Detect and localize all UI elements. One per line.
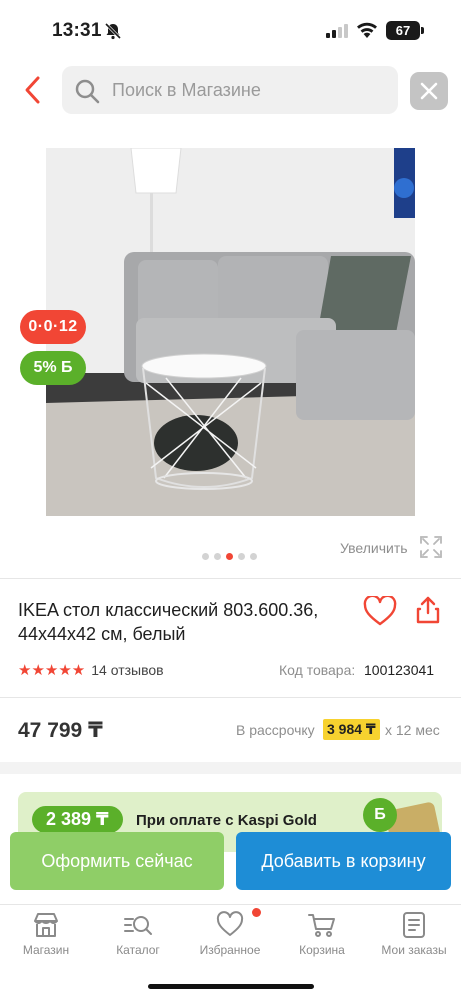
rating-stars: ★★★★★ (18, 662, 86, 679)
wifi-icon (356, 22, 378, 44)
bonus-coin-icon: Б (363, 798, 397, 832)
close-icon (420, 82, 438, 100)
gallery-pagination (202, 553, 257, 561)
bonus-badge: 5% Б (20, 351, 86, 385)
tab-favorites[interactable]: Избранное (184, 911, 276, 957)
gallery-dot-active[interactable] (226, 553, 233, 560)
divider (0, 578, 461, 579)
rating-row[interactable]: ★★★★★ 14 отзывов (18, 661, 164, 679)
back-button[interactable] (20, 72, 48, 108)
tab-label: Магазин (22, 943, 70, 957)
status-time: 13:31 (52, 20, 102, 41)
home-indicator (148, 984, 314, 989)
search-icon (74, 78, 100, 109)
favorite-button[interactable] (363, 594, 397, 631)
tab-label: Избранное (199, 943, 261, 957)
gallery-dot[interactable] (238, 553, 245, 560)
product-price: 47 799 ₸ (18, 719, 103, 742)
orders-icon (403, 912, 425, 938)
heart-icon (216, 911, 244, 936)
tab-label: Каталог (116, 943, 160, 957)
tab-catalog[interactable]: Каталог (92, 911, 184, 957)
battery-tip (421, 27, 424, 34)
tab-cart[interactable]: Корзина (276, 911, 368, 957)
favorites-notification-dot (252, 908, 261, 917)
status-bar: 13:31 67 (0, 0, 461, 60)
catalog-search-icon (124, 916, 152, 935)
product-image[interactable] (46, 148, 415, 516)
tab-orders[interactable]: Мои заказы (368, 911, 460, 957)
store-icon (34, 913, 58, 937)
expand-icon[interactable] (420, 536, 442, 563)
gallery-dot[interactable] (250, 553, 257, 560)
product-title: IKEA стол классический 803.600.36, 44x44… (18, 600, 319, 644)
cellular-signal-icon (326, 24, 348, 43)
battery-indicator: 67 (386, 21, 420, 40)
reviews-count[interactable]: 14 отзывов (91, 662, 163, 678)
divider (0, 697, 461, 698)
cart-icon (308, 914, 335, 937)
add-to-cart-button[interactable]: Добавить в корзину (236, 832, 451, 890)
chevron-left-icon (25, 76, 40, 104)
installment-amount: 3 984 ₸ (323, 719, 380, 740)
installment-badge: 0·0·12 (20, 310, 86, 344)
search-input[interactable]: Поиск в Магазине (62, 66, 398, 114)
search-placeholder: Поиск в Магазине (112, 80, 261, 100)
share-icon (416, 596, 440, 624)
installment-label: В рассрочку (236, 722, 315, 738)
promo-text: При оплате с Kaspi Gold (136, 812, 317, 829)
clear-search-button[interactable] (410, 72, 448, 110)
promo-bonus-amount: 2 389 ₸ (32, 806, 123, 833)
sku-label: Код товара: (279, 662, 356, 678)
tab-label: Корзина (299, 943, 345, 957)
buy-now-button[interactable]: Оформить сейчас (10, 832, 224, 890)
bell-muted-icon (104, 22, 122, 45)
installment-term: х 12 мес (385, 722, 440, 738)
heart-icon (363, 594, 397, 626)
gallery-dot[interactable] (202, 553, 209, 560)
tab-label: Мои заказы (381, 943, 447, 957)
section-separator (0, 762, 461, 774)
tab-store[interactable]: Магазин (0, 911, 92, 957)
sku-value: 100123041 (364, 662, 435, 678)
zoom-label[interactable]: Увеличить (340, 540, 408, 556)
product-photo-illustration (46, 148, 415, 516)
share-button[interactable] (415, 596, 441, 629)
gallery-dot[interactable] (214, 553, 221, 560)
